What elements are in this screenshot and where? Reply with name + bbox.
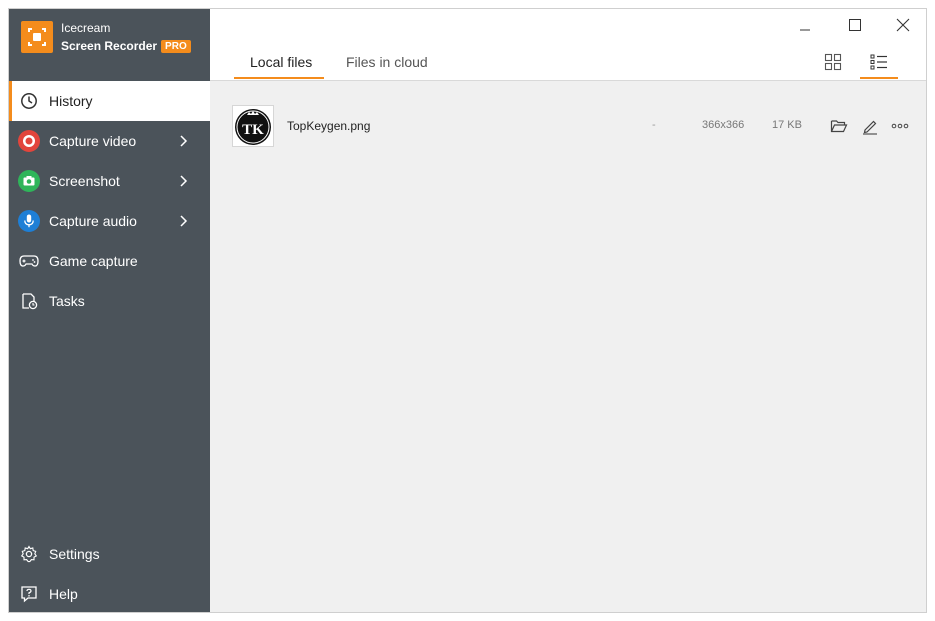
pro-badge: PRO (161, 40, 191, 53)
edit-pencil-icon[interactable] (860, 116, 880, 136)
sidebar-item-label: Help (49, 586, 78, 602)
app-window: Icecream Screen Recorder PRO History Capt… (8, 8, 927, 613)
sidebar-item-history[interactable]: History (9, 81, 210, 121)
record-icon (18, 130, 40, 152)
gear-icon (18, 543, 40, 565)
tab-files-in-cloud[interactable]: Files in cloud (346, 54, 428, 70)
sidebar-bottom: Settings Help (9, 534, 210, 612)
sidebar-item-settings[interactable]: Settings (9, 534, 210, 574)
sidebar-item-capture-video[interactable]: Capture video (9, 121, 210, 161)
gamepad-icon (18, 250, 40, 272)
microphone-icon (18, 210, 40, 232)
file-duration: - (652, 119, 656, 131)
top-bar: Local files Files in cloud (210, 9, 926, 81)
list-view-icon[interactable] (869, 52, 889, 72)
file-thumbnail: TK (232, 105, 274, 147)
main-panel: Local files Files in cloud TK TopKeygen.… (210, 9, 926, 612)
sidebar-item-help[interactable]: Help (9, 574, 210, 612)
sidebar-item-label: Game capture (49, 253, 138, 269)
chevron-right-icon (179, 174, 189, 188)
grid-view-icon[interactable] (823, 52, 843, 72)
active-tab-indicator (234, 77, 324, 79)
help-icon (18, 583, 40, 605)
tab-local-files[interactable]: Local files (250, 54, 312, 70)
camera-icon (18, 170, 40, 192)
file-name[interactable]: TopKeygen.png (287, 119, 370, 133)
sidebar-nav: History Capture video Screenshot Capture… (9, 81, 210, 321)
app-logo-icon (21, 21, 53, 53)
active-view-indicator (860, 77, 898, 79)
sidebar-item-label: Capture video (49, 133, 137, 149)
close-button[interactable] (888, 15, 918, 37)
app-brand: Icecream Screen Recorder PRO (9, 9, 210, 81)
sidebar-item-label: Tasks (49, 293, 85, 309)
app-name-text: Screen Recorder (61, 39, 158, 53)
sidebar-item-tasks[interactable]: Tasks (9, 281, 210, 321)
sidebar-item-game-capture[interactable]: Game capture (9, 241, 210, 281)
sidebar-item-label: Screenshot (49, 173, 120, 189)
file-size: 17 KB (772, 119, 802, 131)
maximize-button[interactable] (840, 15, 870, 37)
clock-icon (18, 90, 40, 112)
sidebar-item-label: History (49, 93, 93, 109)
sidebar: Icecream Screen Recorder PRO History Capt… (9, 9, 210, 612)
tasks-icon (18, 290, 40, 312)
app-name-line2: Screen Recorder PRO (61, 39, 191, 53)
minimize-button[interactable] (790, 15, 820, 37)
more-options-icon[interactable] (890, 116, 910, 136)
open-folder-icon[interactable] (829, 116, 849, 136)
chevron-right-icon (179, 214, 189, 228)
sidebar-item-label: Settings (49, 546, 100, 562)
app-name-line1: Icecream (61, 21, 111, 35)
chevron-right-icon (179, 134, 189, 148)
thumbnail-text: TK (242, 122, 264, 138)
sidebar-item-label: Capture audio (49, 213, 137, 229)
file-dimensions: 366x366 (702, 119, 745, 131)
file-row[interactable]: TK TopKeygen.png - 366x366 17 KB (232, 105, 912, 147)
sidebar-item-screenshot[interactable]: Screenshot (9, 161, 210, 201)
sidebar-item-capture-audio[interactable]: Capture audio (9, 201, 210, 241)
